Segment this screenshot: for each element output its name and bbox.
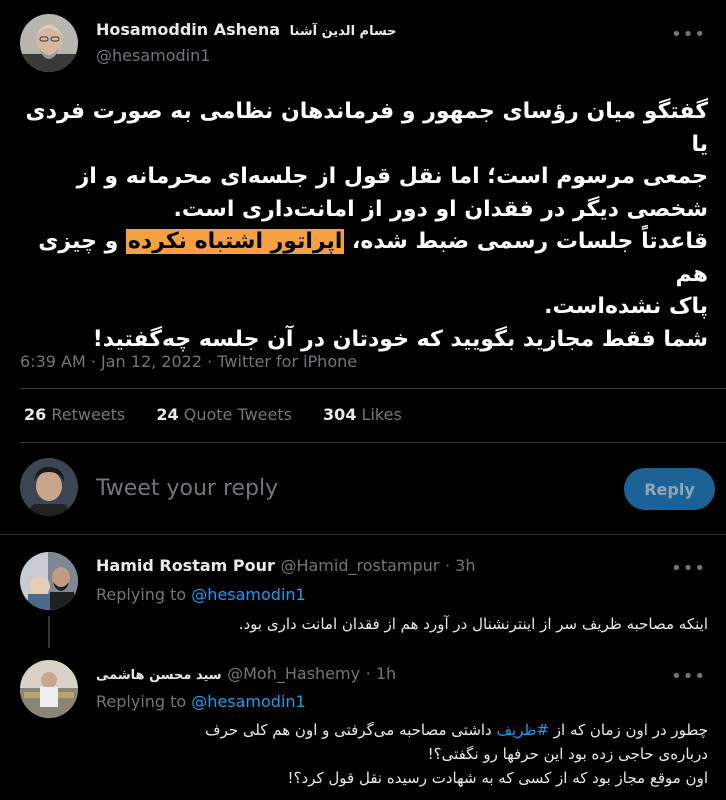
author-handle[interactable]: @hesamodin1 [96, 46, 210, 65]
reply-author-handle: @Hamid_rostampur [280, 556, 440, 575]
retweets-stat[interactable]: 26 Retweets [24, 405, 125, 424]
reply-avatar[interactable] [20, 660, 78, 718]
reply-time: · 3h [444, 556, 476, 575]
likes-count: 304 [323, 405, 357, 424]
replying-to-mention[interactable]: @hesamodin1 [191, 692, 305, 711]
author-avatar[interactable] [20, 14, 78, 72]
divider [0, 534, 726, 535]
reply-text-pre: چطور در اون زمان که از [549, 721, 708, 739]
reply-text: اینکه مصاحبه ظریف سر از اینترنشنال در آو… [238, 615, 708, 633]
highlighted-text: اپراتور اشتباه نکرده [125, 229, 345, 254]
tweet-line: قاعدتاً جلسات رسمی ضبط شده، اپراتور اشتب… [20, 226, 708, 291]
reply-text: چطور در اون زمان که از #ظریف داشتی مصاحب… [96, 718, 708, 790]
retweets-label: Retweets [51, 405, 126, 424]
author-name[interactable]: Hosamoddin Ashena حسام الدین آشنا [96, 20, 397, 39]
more-options-icon[interactable]: ••• [671, 24, 706, 45]
tweet-timestamp[interactable]: 6:39 AM · Jan 12, 2022 · Twitter for iPh… [20, 352, 357, 371]
tweet-line: شخصی دیگر در فقدان او دور از امانت‌داری … [173, 196, 708, 222]
reply-avatar[interactable] [20, 552, 78, 610]
reply-author-name: سید محسن هاشمی [96, 668, 222, 683]
likes-label: Likes [361, 405, 402, 424]
tweet-line-4-pre: قاعدتاً جلسات رسمی ضبط شده، [344, 229, 708, 254]
reply-text-post: داشتی مصاحبه می‌گرفتی و اون هم کلی حرف [205, 721, 497, 739]
reply-author[interactable]: Hamid Rostam Pour @Hamid_rostampur · 3h [96, 556, 475, 575]
tweet-line: گفتگو میان رؤسای جمهور و فرماندهان نظامی… [25, 99, 708, 157]
divider [20, 442, 726, 443]
replying-to-label: Replying to [96, 692, 187, 711]
retweets-count: 26 [24, 405, 47, 424]
reply-input[interactable]: Tweet your reply [96, 476, 278, 501]
quote-tweets-stat[interactable]: 24 Quote Tweets [156, 405, 292, 424]
author-name-en: Hosamoddin Ashena [96, 20, 281, 39]
author-name-fa: حسام الدین آشنا [289, 24, 397, 39]
reply-author[interactable]: سید محسن هاشمی @Moh_Hashemy · 1h [96, 664, 396, 683]
replying-to-mention[interactable]: @hesamodin1 [191, 585, 305, 604]
divider [20, 388, 726, 389]
replying-to: Replying to @hesamodin1 [96, 692, 306, 711]
tweet-line: جمعی مرسوم است؛ اما نقل قول از جلسه‌ای م… [76, 164, 708, 189]
likes-stat[interactable]: 304 Likes [323, 405, 402, 424]
reply-text-line: چطور در اون زمان که از #ظریف داشتی مصاحب… [96, 718, 708, 742]
reply-text-line: درباره‌ی حاجی زده بود این حرفها رو نگفتی… [427, 745, 708, 763]
current-user-avatar [20, 458, 78, 516]
hashtag-link[interactable]: #ظریف [497, 721, 550, 739]
replying-to-label: Replying to [96, 585, 187, 604]
more-options-icon[interactable]: ••• [671, 558, 706, 579]
replying-to: Replying to @hesamodin1 [96, 585, 306, 604]
tweet-line: پاک نشده‌است. [544, 294, 708, 319]
quotes-label: Quote Tweets [183, 405, 292, 424]
more-options-icon[interactable]: ••• [671, 666, 706, 687]
reply-text-line: اون موقع مجاز بود که از کسی که به شهادت … [287, 769, 708, 787]
tweet-body: گفتگو میان رؤسای جمهور و فرماندهان نظامی… [20, 96, 708, 356]
reply-author-name: Hamid Rostam Pour [96, 556, 275, 575]
reply-time: · 1h [365, 664, 397, 683]
quotes-count: 24 [156, 405, 179, 424]
reply-author-handle: @Moh_Hashemy [227, 664, 361, 683]
tweet-stats: 26 Retweets 24 Quote Tweets 304 Likes [24, 405, 428, 424]
reply-button[interactable]: Reply [624, 468, 715, 510]
thread-line [48, 616, 50, 648]
